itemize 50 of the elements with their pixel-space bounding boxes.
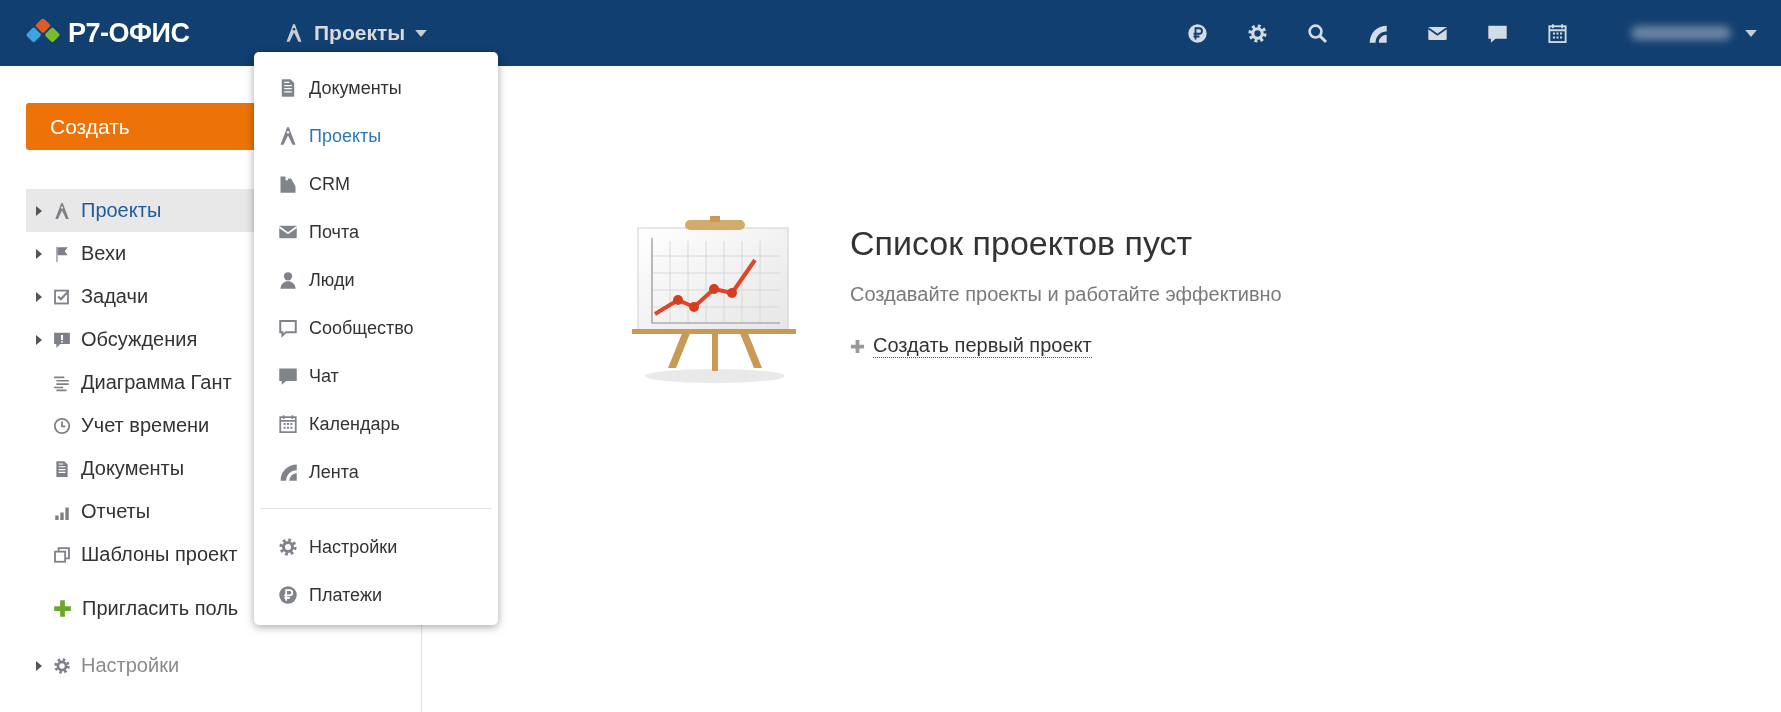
calendar-icon [1546, 22, 1568, 44]
sidebar-item-label: Документы [81, 457, 185, 480]
sidebar-item-label: Шаблоны проект [81, 543, 238, 566]
exclamation-bubble-icon [53, 330, 71, 349]
caret-icon [415, 29, 428, 37]
settings-icon [53, 656, 71, 675]
settings-label: Настройки [81, 654, 180, 677]
module-menu-item[interactable]: Сообщество [254, 304, 498, 352]
search-icon [1306, 22, 1328, 44]
speech-bubble-icon [278, 318, 298, 338]
settings-icon [1246, 22, 1268, 44]
logo-text: Р7-ОФИС [68, 17, 190, 49]
ruble-coin-icon [1186, 22, 1208, 44]
building-icon [278, 174, 298, 194]
plus-icon [53, 599, 72, 618]
clock-icon [53, 416, 71, 435]
calendar-icon [278, 414, 298, 434]
module-menu-item[interactable]: Чат [254, 352, 498, 400]
expand-arrow-icon[interactable] [36, 334, 42, 345]
settings-icon [278, 537, 298, 557]
caret-icon [1745, 29, 1757, 37]
expand-arrow-icon[interactable] [36, 291, 42, 302]
compass-icon [53, 201, 71, 220]
module-menu-item[interactable]: Платежи [254, 571, 498, 619]
sidebar-item-label: Задачи [81, 285, 149, 308]
compass-icon [278, 126, 298, 146]
sidebar-item-label: Диаграмма Гант [81, 371, 232, 394]
sidebar-item-label: Проекты [81, 199, 162, 222]
expand-arrow-icon[interactable] [36, 205, 42, 216]
sidebar-item-label: Отчеты [81, 500, 151, 523]
empty-title: Список проектов пуст [850, 224, 1194, 263]
module-menu-item[interactable]: Календарь [254, 400, 498, 448]
document-icon [53, 459, 71, 478]
invite-label: Пригласить поль [82, 597, 239, 620]
stacked-squares-icon [53, 545, 71, 564]
checkbox-icon [53, 287, 71, 306]
empty-subtitle: Создавайте проекты и работайте эффективно [850, 283, 1282, 306]
create-first-project-link[interactable]: Создать первый проект [873, 334, 1092, 358]
module-menu-button[interactable]: Проекты [278, 17, 434, 49]
feed-icon [278, 462, 298, 482]
plus-icon [850, 338, 865, 354]
person-icon [278, 270, 298, 290]
chat-bubble-icon [278, 366, 298, 386]
ruble-coin-icon [278, 585, 298, 605]
compass-icon [284, 23, 304, 43]
expand-arrow-icon[interactable] [36, 248, 42, 259]
module-menu-item[interactable]: Люди [254, 256, 498, 304]
sidebar-item-label: Учет времени [81, 414, 210, 437]
sidebar-item-label: Вехи [81, 242, 127, 265]
sidebar-item-label: Обсуждения [81, 328, 198, 351]
